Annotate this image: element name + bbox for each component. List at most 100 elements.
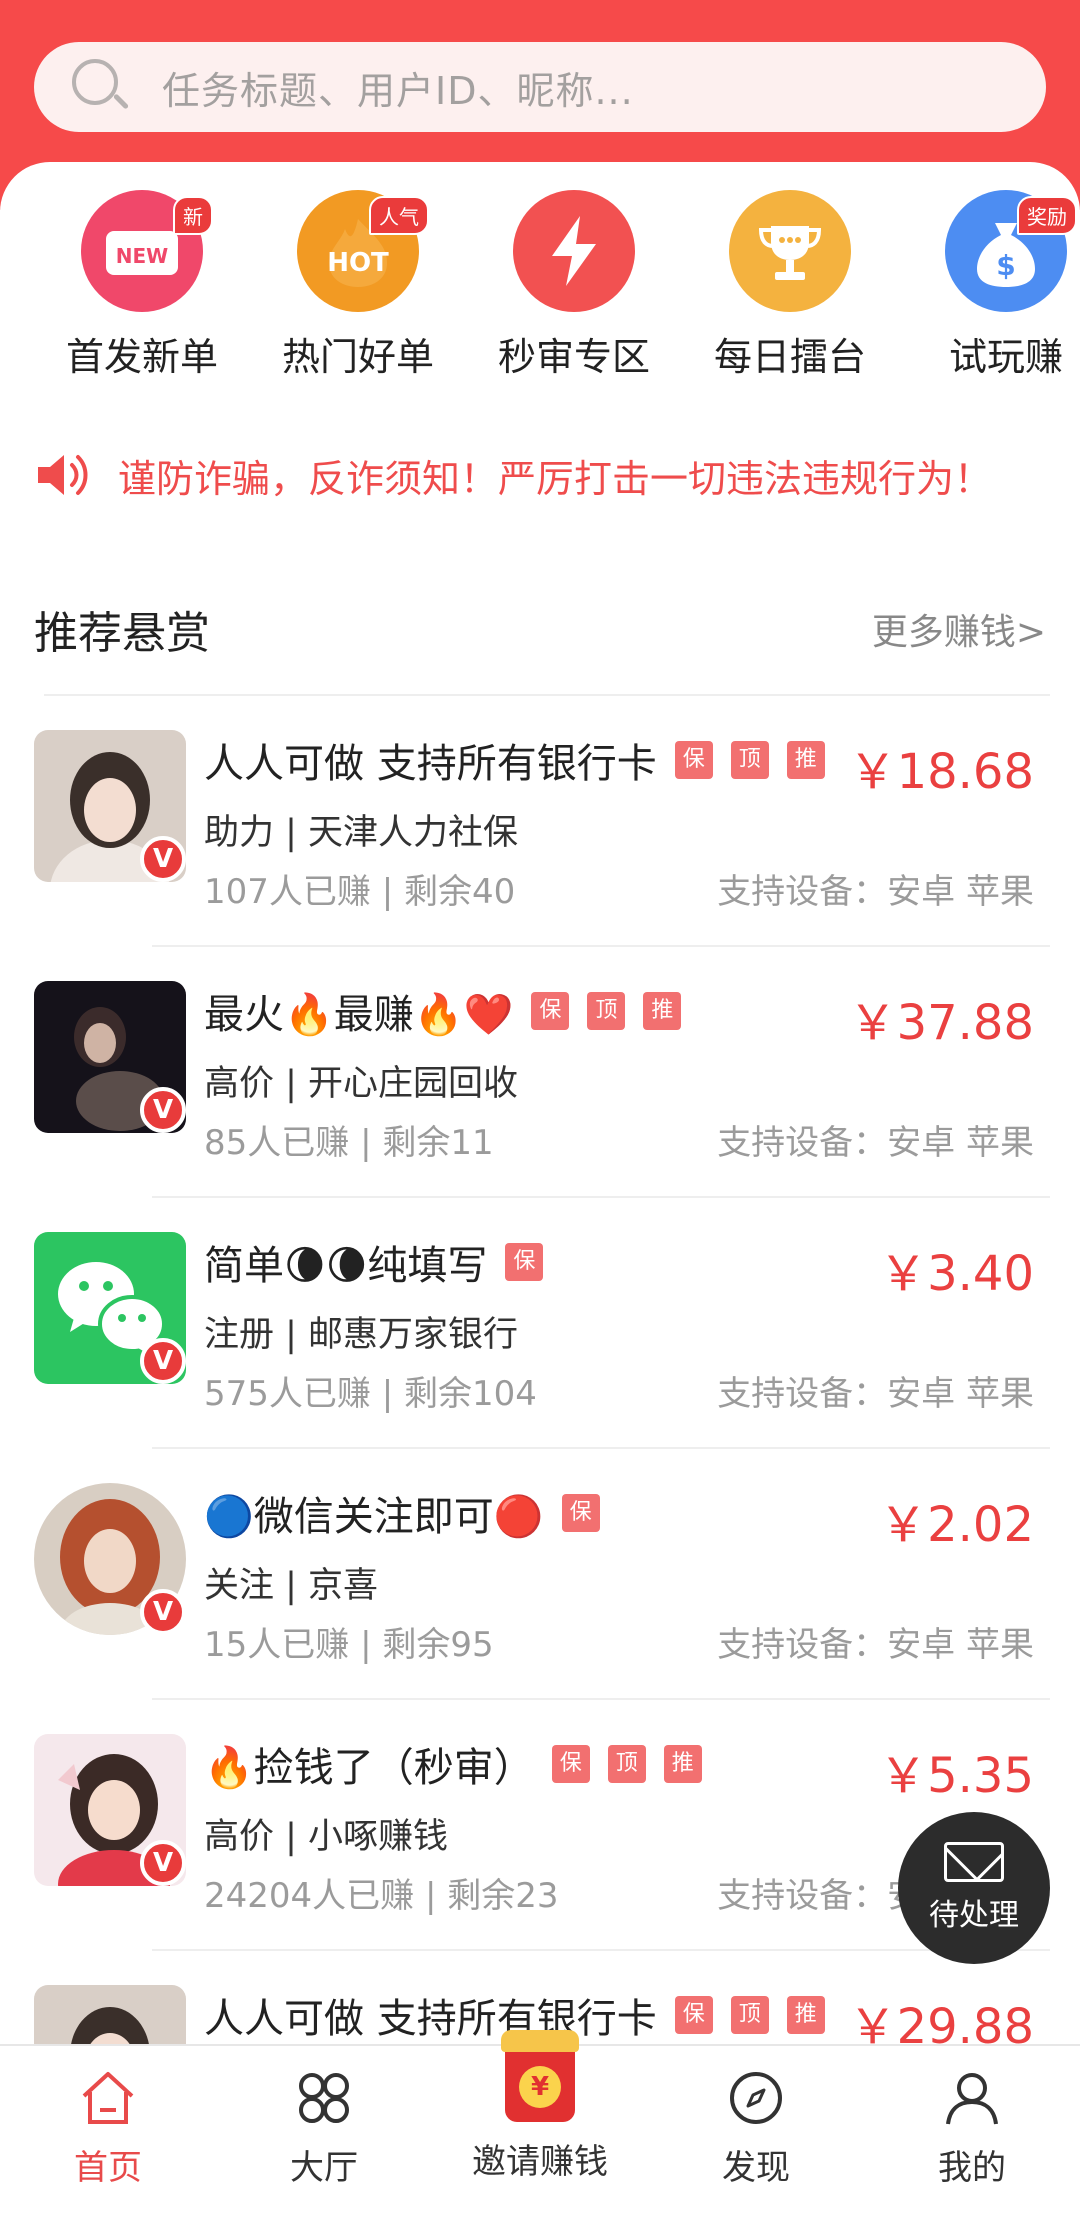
- task-title: 🔵微信关注即可🔴: [204, 1494, 544, 1540]
- notice-text: 谨防诈骗，反诈须知！严厉打击一切违法违规行为！: [118, 456, 993, 501]
- category-hot[interactable]: HOT 人气 热门好单: [250, 190, 466, 381]
- task-devices: 支持设备：安卓 苹果: [717, 1123, 1034, 1163]
- tag-recommend: 推: [786, 1996, 825, 2034]
- task-subtitle: 助力 | 天津人力社保: [204, 813, 519, 853]
- task-title-row: 🔥捡钱了（秒审） 保 顶 推: [204, 1736, 702, 1792]
- task-title-row: 简单🌘🌘纯填写 保: [204, 1234, 544, 1290]
- category-trial-earn[interactable]: $ 奖励 试玩赚: [898, 190, 1080, 381]
- category-daily-arena[interactable]: 每日擂台: [682, 190, 898, 381]
- svg-text:$: $: [996, 249, 1015, 282]
- task-stats: 15人已赚 | 剩余95: [204, 1625, 494, 1665]
- tag-guarantee: 保: [551, 1745, 590, 1783]
- tab-label: 我的: [938, 2148, 1006, 2188]
- notice-bar[interactable]: 谨防诈骗，反诈须知！严厉打击一切违法违规行为！: [34, 440, 1054, 510]
- verified-badge-icon: V: [140, 1840, 186, 1886]
- category-label: 试玩赚: [948, 335, 1063, 379]
- task-devices: 支持设备：安卓 苹果: [717, 1625, 1034, 1665]
- task-subtitle: 高价 | 小啄赚钱: [204, 1817, 449, 1857]
- task-list: V 人人可做 支持所有银行卡 保 顶 推 ￥18.68 助力 | 天津人力社保 …: [0, 696, 1080, 2202]
- pending-label: 待处理: [929, 1898, 1019, 1933]
- task-item[interactable]: V 人人可做 支持所有银行卡 保 顶 推 ￥18.68 助力 | 天津人力社保 …: [0, 696, 1080, 947]
- tag-guarantee: 保: [561, 1494, 600, 1532]
- verified-badge-icon: V: [140, 1589, 186, 1635]
- compass-icon: [726, 2068, 786, 2128]
- tab-invite[interactable]: ¥ 邀请赚钱: [432, 2030, 648, 2183]
- money-bag-icon: $ 奖励: [945, 190, 1077, 312]
- category-label: 首发新单: [65, 335, 218, 379]
- category-first-new[interactable]: NEW 新 首发新单: [34, 190, 250, 381]
- more-link[interactable]: 更多赚钱>: [872, 603, 1046, 655]
- task-devices: 支持设备：安卓 苹果: [717, 872, 1034, 912]
- category-label: 每日擂台: [713, 335, 866, 379]
- task-title: 最火🔥最赚🔥❤️: [204, 992, 514, 1038]
- section-header: 推荐悬赏 更多赚钱>: [34, 594, 1046, 664]
- red-envelope-icon: ¥: [501, 2030, 579, 2122]
- task-stats: 107人已赚 | 剩余40: [204, 872, 516, 912]
- category-badge: 人气: [369, 196, 429, 235]
- svg-text:NEW: NEW: [116, 244, 168, 268]
- tab-label: 邀请赚钱: [472, 2142, 608, 2182]
- user-icon: [942, 2068, 1002, 2128]
- tag-top: 顶: [607, 1745, 646, 1783]
- task-price: ￥37.88: [848, 995, 1034, 1051]
- task-stats: 85人已赚 | 剩余11: [204, 1123, 494, 1163]
- tag-top: 顶: [730, 741, 769, 779]
- envelope-icon: [944, 1842, 1004, 1882]
- task-subtitle: 注册 | 邮惠万家银行: [204, 1315, 519, 1355]
- tab-mine[interactable]: 我的: [864, 2068, 1080, 2189]
- lightning-icon: [513, 190, 635, 312]
- tab-label: 大厅: [290, 2148, 358, 2188]
- tag-guarantee: 保: [674, 741, 713, 779]
- tab-label: 首页: [74, 2148, 142, 2188]
- tab-hall[interactable]: 大厅: [216, 2068, 432, 2189]
- category-badge: 新: [173, 196, 213, 235]
- search-icon: [72, 59, 130, 115]
- task-title: 简单🌘🌘纯填写: [204, 1243, 488, 1289]
- task-title: 人人可做 支持所有银行卡: [204, 1996, 657, 2042]
- verified-badge-icon: V: [140, 1087, 186, 1133]
- verified-badge-icon: V: [140, 836, 186, 882]
- task-item[interactable]: V 最火🔥最赚🔥❤️ 保 顶 推 ￥37.88 高价 | 开心庄园回收 85人已…: [0, 947, 1080, 1198]
- verified-badge-icon: V: [140, 1338, 186, 1384]
- task-devices: 支持设备：安卓 苹果: [717, 1374, 1034, 1414]
- tag-recommend: 推: [643, 992, 682, 1030]
- pending-float-button[interactable]: 待处理: [898, 1812, 1050, 1964]
- category-label: 秒审专区: [497, 335, 650, 379]
- tag-recommend: 推: [786, 741, 825, 779]
- task-title: 人人可做 支持所有银行卡: [204, 741, 657, 787]
- section-title: 推荐悬赏: [34, 608, 210, 659]
- task-title-row: 人人可做 支持所有银行卡 保 顶 推: [204, 732, 825, 788]
- task-subtitle: 高价 | 开心庄园回收: [204, 1064, 519, 1104]
- task-item[interactable]: V 🔵微信关注即可🔴 保 ￥2.02 关注 | 京喜 15人已赚 | 剩余95 …: [0, 1449, 1080, 1700]
- tag-recommend: 推: [663, 1745, 702, 1783]
- task-price: ￥5.35: [879, 1748, 1034, 1804]
- task-title: 🔥捡钱了（秒审）: [204, 1745, 534, 1791]
- tab-discover[interactable]: 发现: [648, 2068, 864, 2189]
- tab-home[interactable]: 首页: [0, 2068, 216, 2189]
- task-price: ￥18.68: [848, 744, 1034, 800]
- task-price: ￥3.40: [879, 1246, 1034, 1302]
- search-bar[interactable]: 任务标题、用户ID、昵称...: [34, 42, 1046, 132]
- grid-icon: [294, 2068, 354, 2128]
- new-bag-icon: NEW 新: [81, 190, 213, 312]
- speaker-icon: [34, 447, 92, 503]
- task-price: ￥2.02: [879, 1497, 1034, 1553]
- task-subtitle: 关注 | 京喜: [204, 1566, 379, 1606]
- category-fast-review[interactable]: 秒审专区: [466, 190, 682, 381]
- task-item[interactable]: V 简单🌘🌘纯填写 保 ￥3.40 注册 | 邮惠万家银行 575人已赚 | 剩…: [0, 1198, 1080, 1449]
- task-stats: 24204人已赚 | 剩余23: [204, 1876, 559, 1916]
- task-title-row: 🔵微信关注即可🔴 保: [204, 1485, 600, 1541]
- search-input[interactable]: 任务标题、用户ID、昵称...: [162, 60, 634, 115]
- category-row: NEW 新 首发新单 HOT 人气 热门好单 秒审专区 每日擂台 $ 奖励 试玩…: [0, 190, 1080, 390]
- task-title-row: 最火🔥最赚🔥❤️ 保 顶 推: [204, 983, 682, 1039]
- bottom-tab-bar: 首页 大厅 ¥ 邀请赚钱 发现 我的: [0, 2030, 1080, 2232]
- category-badge: 奖励: [1017, 196, 1077, 235]
- trophy-icon: [729, 190, 851, 312]
- tag-guarantee: 保: [505, 1243, 544, 1281]
- tab-label: 发现: [722, 2148, 790, 2188]
- home-icon: [78, 2068, 138, 2128]
- tag-guarantee: 保: [674, 1996, 713, 2034]
- tag-top: 顶: [587, 992, 626, 1030]
- svg-text:HOT: HOT: [327, 248, 389, 278]
- tag-top: 顶: [730, 1996, 769, 2034]
